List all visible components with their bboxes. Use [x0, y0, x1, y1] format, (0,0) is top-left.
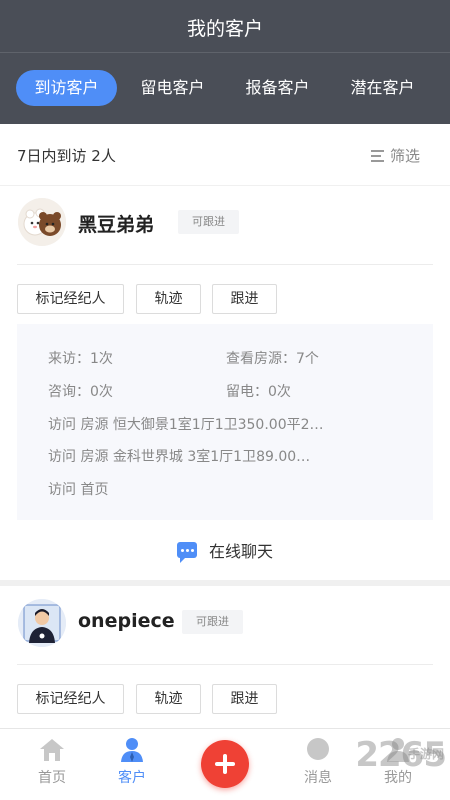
consult-count-stat: 咨询：0次: [48, 384, 113, 400]
filter-label: 筛选: [389, 147, 420, 165]
nav-home[interactable]: 首页: [22, 737, 82, 787]
visit-count-text: 7日内到访 2人: [17, 147, 116, 165]
mark-agent-button[interactable]: 标记经纪人: [17, 684, 124, 714]
customer-card: 黑豆弟弟 可跟进 标记经纪人 轨迹 跟进 来访：1次 查看房源：7个 咨询：0次…: [0, 186, 450, 580]
message-icon: [305, 737, 331, 763]
tab-potential[interactable]: 潜在客户: [332, 70, 433, 106]
visit-count-stat: 来访：1次: [48, 351, 113, 367]
status-badge: 可跟进: [182, 610, 243, 634]
watermark-sub: 手游网: [407, 747, 444, 761]
bear-avatar-icon[interactable]: [18, 198, 66, 246]
card-divider: [17, 264, 433, 265]
filter-button[interactable]: 筛选: [370, 145, 420, 166]
customer-tabs: 到访客户 留电客户 报备客户 潜在客户: [0, 70, 450, 106]
nav-messages[interactable]: 消息: [288, 737, 348, 787]
online-chat-button[interactable]: 在线聊天: [0, 530, 450, 570]
history-item: 访问 首页: [48, 482, 109, 498]
visit-stats-panel: 来访：1次 查看房源：7个 咨询：0次 留电：0次 访问 房源 恒大御景1室1厅…: [17, 324, 433, 520]
home-icon: [39, 737, 65, 763]
follow-up-button[interactable]: 跟进: [212, 284, 277, 314]
watermark-logo: 2265 手游网: [355, 735, 447, 775]
viewed-listings-stat: 查看房源：7个: [226, 351, 319, 367]
history-item: 访问 房源 金科世界城 3室1厅1卫89.00…: [48, 449, 311, 465]
phone-left-stat: 留电：0次: [226, 384, 291, 400]
tab-visited[interactable]: 到访客户: [16, 70, 117, 106]
add-button[interactable]: [201, 740, 249, 788]
chat-bubble-icon: [176, 542, 197, 563]
nav-customers[interactable]: 客户: [102, 737, 162, 787]
nav-home-label: 首页: [38, 770, 66, 786]
header-divider: [0, 52, 450, 53]
bottom-nav: 首页 客户 消息 我的 2265 手游网: [0, 728, 450, 800]
tab-phone-left[interactable]: 留电客户: [122, 70, 223, 106]
customer-card: onepiece 可跟进 标记经纪人 轨迹 跟进: [0, 586, 450, 728]
filter-bar: 7日内到访 2人 筛选: [0, 124, 450, 186]
nav-customers-label: 客户: [118, 770, 146, 786]
customer-name: 黑豆弟弟: [78, 214, 155, 236]
track-button[interactable]: 轨迹: [136, 284, 201, 314]
list-filter-icon: [370, 149, 384, 162]
follow-up-button[interactable]: 跟进: [212, 684, 277, 714]
track-button[interactable]: 轨迹: [136, 684, 201, 714]
app-header: 我的客户 到访客户 留电客户 报备客户 潜在客户: [0, 0, 450, 124]
person-avatar-icon[interactable]: [18, 599, 66, 647]
nav-messages-label: 消息: [304, 770, 332, 786]
customer-name: onepiece: [78, 610, 175, 632]
page-title: 我的客户: [186, 18, 263, 40]
card-divider: [17, 664, 433, 665]
history-item: 访问 房源 恒大御景1室1厅1卫350.00平2…: [48, 417, 324, 433]
mark-agent-button[interactable]: 标记经纪人: [17, 284, 124, 314]
online-chat-label: 在线聊天: [208, 542, 273, 561]
user-icon: [119, 737, 145, 763]
status-badge: 可跟进: [178, 210, 239, 234]
tab-reported[interactable]: 报备客户: [227, 70, 328, 106]
